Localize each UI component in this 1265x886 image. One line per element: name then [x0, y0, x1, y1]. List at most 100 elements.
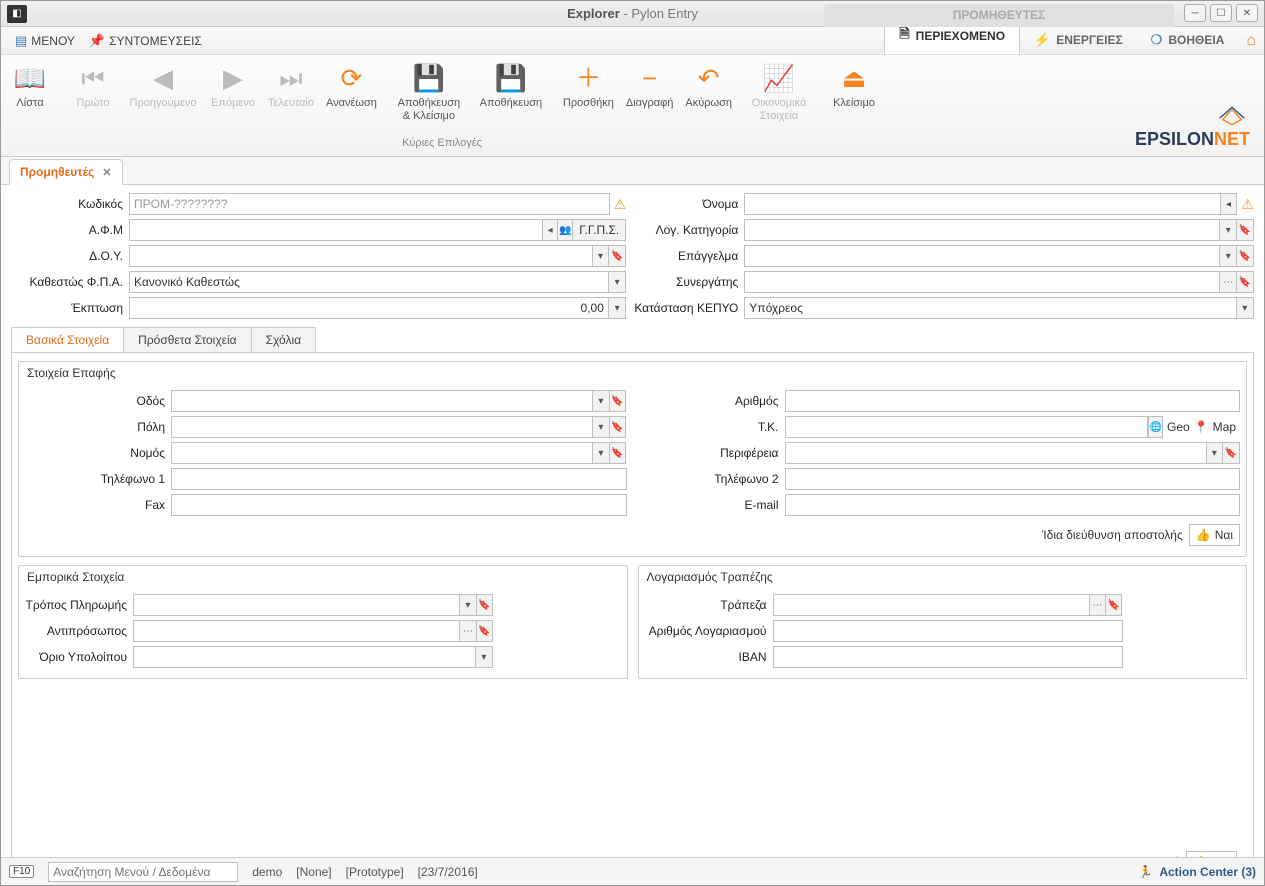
thumb-up-icon: 👍 — [1196, 528, 1211, 542]
partner-input[interactable] — [744, 271, 1220, 293]
email-input[interactable] — [785, 494, 1241, 516]
county-input[interactable] — [171, 442, 593, 464]
code-input[interactable] — [129, 193, 610, 215]
name-input[interactable] — [744, 193, 1220, 215]
tag-icon[interactable]: 🔖 — [1223, 442, 1240, 464]
region-input[interactable] — [785, 442, 1207, 464]
ggps-button[interactable]: Γ.Γ.Π.Σ. — [573, 219, 626, 241]
ribbon-list[interactable]: 📖Λίστα — [1, 59, 59, 110]
tag-icon[interactable]: 🔖 — [477, 594, 493, 616]
label-discount: Έκπτωση — [11, 301, 129, 315]
dropdown-icon[interactable]: ▾ — [593, 390, 610, 412]
tag-icon[interactable]: 🔖 — [477, 620, 493, 642]
more-icon[interactable]: ⋯ — [460, 620, 476, 642]
label-job: Επάγγελμα — [626, 249, 744, 263]
close-window-button[interactable]: ✕ — [1236, 4, 1258, 22]
ribbon-last: ⏭Τελευταίο — [262, 59, 320, 110]
zip-input[interactable] — [785, 416, 1149, 438]
dropdown-icon[interactable]: ▾ — [609, 297, 626, 319]
label-partner: Συνεργάτης — [626, 275, 744, 289]
tag-icon[interactable]: 🔖 — [610, 416, 627, 438]
runner-icon: 🏃 — [1138, 865, 1153, 879]
tab-help[interactable]: ❍ΒΟΗΘΕΙΑ — [1137, 26, 1239, 54]
more-icon[interactable]: ⋯ — [1220, 271, 1237, 293]
phone1-input[interactable] — [171, 468, 627, 490]
ribbon-refresh[interactable]: ⟳Ανανέωση — [320, 59, 383, 110]
ribbon-close[interactable]: ⏏Κλείσιμο — [825, 59, 883, 110]
vat-input[interactable] — [129, 271, 609, 293]
afm-input[interactable] — [129, 219, 543, 241]
globe-icon[interactable]: 🌐 — [1148, 416, 1163, 438]
contacts-icon[interactable]: 👥 — [558, 219, 573, 241]
more-icon[interactable]: ⋯ — [1090, 594, 1106, 616]
map-link[interactable]: Map — [1209, 420, 1240, 434]
afm-arrow-icon[interactable]: ◂ — [543, 219, 558, 241]
ribbon-delete[interactable]: −Διαγραφή — [620, 59, 680, 110]
ribbon-first: ⏮Πρώτο — [64, 59, 122, 110]
tag-icon[interactable]: 🔖 — [1237, 245, 1254, 267]
tab-actions[interactable]: ⚡ΕΝΕΡΓΕΙΕΣ — [1020, 26, 1137, 54]
dropdown-icon[interactable]: ▾ — [476, 646, 493, 668]
last-icon: ⏭ — [279, 63, 302, 95]
ribbon-next: ▶Επόμενο — [204, 59, 262, 110]
tag-icon[interactable]: 🔖 — [1237, 219, 1254, 241]
dropdown-icon[interactable]: ▾ — [593, 442, 610, 464]
doy-input[interactable] — [129, 245, 593, 267]
tag-icon[interactable]: 🔖 — [1106, 594, 1122, 616]
search-input[interactable] — [48, 862, 238, 882]
menu-bar: ▤ ΜΕΝΟΥ 📌 ΣΥΝΤΟΜΕΥΣΕΙΣ 🗎ΠΕΡΙΕΧΟΜΕΝΟ ⚡ΕΝΕ… — [1, 27, 1264, 55]
menu-button[interactable]: ▤ ΜΕΝΟΥ — [15, 33, 75, 49]
ribbon-financial: 📈Οικονομικά Στοιχεία — [738, 59, 820, 123]
shortcuts-button[interactable]: 📌 ΣΥΝΤΟΜΕΥΣΕΙΣ — [89, 33, 202, 49]
tab-comments[interactable]: Σχόλια — [251, 327, 316, 352]
ribbon-save-close[interactable]: 💾Αποθήκευση & Κλείσιμο — [388, 59, 470, 123]
pin-icon: 📌 — [89, 33, 105, 49]
group-bank: Λογαριασμός Τραπέζης Τράπεζα⋯🔖 Αριθμός Λ… — [638, 565, 1248, 679]
home-icon[interactable]: ⌂ — [1246, 32, 1256, 50]
maximize-button[interactable]: ☐ — [1210, 4, 1232, 22]
action-center[interactable]: 🏃 Action Center (3) — [1138, 865, 1256, 879]
minimize-button[interactable]: ─ — [1184, 4, 1206, 22]
phone2-input[interactable] — [785, 468, 1241, 490]
status-user: demo — [252, 865, 282, 879]
discount-input[interactable] — [129, 297, 609, 319]
tag-icon[interactable]: 🔖 — [1237, 271, 1254, 293]
dropdown-icon[interactable]: ▾ — [593, 416, 610, 438]
tag-icon[interactable]: 🔖 — [610, 442, 627, 464]
doc-tab-suppliers[interactable]: Προμηθευτές ✕ — [9, 159, 123, 185]
dropdown-icon[interactable]: ▾ — [593, 245, 610, 267]
dropdown-icon[interactable]: ▾ — [460, 594, 476, 616]
rep-input[interactable] — [133, 620, 460, 642]
dropdown-icon[interactable]: ▾ — [1237, 297, 1254, 319]
bank-input[interactable] — [773, 594, 1090, 616]
logcat-input[interactable] — [744, 219, 1220, 241]
name-arrow-icon[interactable]: ◂ — [1221, 193, 1238, 215]
dropdown-icon[interactable]: ▾ — [1220, 245, 1237, 267]
dropdown-icon[interactable]: ▾ — [1207, 442, 1224, 464]
city-input[interactable] — [171, 416, 593, 438]
ribbon-cancel[interactable]: ↶Ακύρωση — [679, 59, 738, 110]
account-input[interactable] — [773, 620, 1123, 642]
tab-basic[interactable]: Βασικά Στοιχεία — [11, 327, 124, 352]
number-input[interactable] — [785, 390, 1241, 412]
f10-key: F10 — [9, 865, 34, 878]
background-tab[interactable]: ΠΡΟΜΗΘΕΥΤΕΣ — [824, 4, 1174, 27]
ribbon-add[interactable]: ＋Προσθήκη — [557, 59, 620, 110]
geo-link[interactable]: Geo — [1163, 420, 1194, 434]
payment-input[interactable] — [133, 594, 460, 616]
tag-icon[interactable]: 🔖 — [610, 390, 627, 412]
close-tab-icon[interactable]: ✕ — [102, 166, 111, 179]
dropdown-icon[interactable]: ▾ — [1220, 219, 1237, 241]
fax-input[interactable] — [171, 494, 627, 516]
tab-extra[interactable]: Πρόσθετα Στοιχεία — [123, 327, 251, 352]
tag-icon[interactable]: 🔖 — [609, 245, 626, 267]
dropdown-icon[interactable]: ▾ — [609, 271, 626, 293]
limit-input[interactable] — [133, 646, 476, 668]
undo-icon: ↶ — [698, 63, 720, 95]
street-input[interactable] — [171, 390, 593, 412]
same-address-toggle[interactable]: 👍Ναι — [1189, 524, 1240, 546]
iban-input[interactable] — [773, 646, 1123, 668]
kepyo-input[interactable] — [744, 297, 1236, 319]
ribbon-save[interactable]: 💾Αποθήκευση — [470, 59, 552, 110]
job-input[interactable] — [744, 245, 1220, 267]
